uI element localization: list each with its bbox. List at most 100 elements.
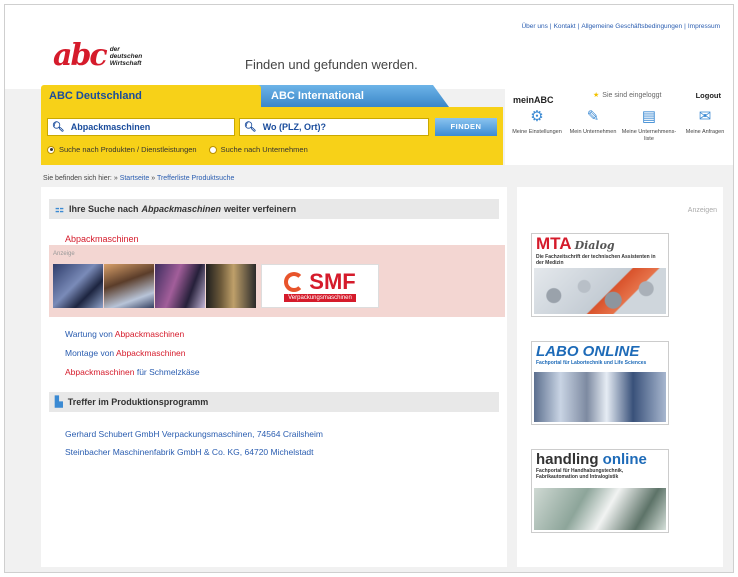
meinabc-menu: ⚙ Meine Einstellungen ✎ Mein Unternehmen… <box>509 109 733 142</box>
banner-labo-online[interactable]: LABO ONLINE Fachportal für Labortechnik … <box>531 341 669 425</box>
banner-mta-dialog[interactable]: MTA Dialog Die Fachzeitschrift der techni… <box>531 233 669 317</box>
smf-advertisement[interactable]: SMF Verpackungsmaschinen <box>53 264 387 308</box>
link-keyword: Abpackmaschinen <box>116 348 186 358</box>
banner-title-main: handling <box>536 451 599 468</box>
banner-title: LABO ONLINE <box>536 343 640 360</box>
breadcrumb-prefix: Sie befinden sich hier: <box>43 175 112 182</box>
site-logo[interactable]: abc der deutschen Wirtschaft <box>53 41 142 71</box>
radio-checked-icon <box>47 145 55 154</box>
refine-section-header: ⚏ Ihre Suche nach Abpackmaschinen weiter… <box>49 199 499 219</box>
meinabc-company-list[interactable]: ▤ Meine Unternehmens-liste <box>621 109 677 142</box>
separator: | <box>577 23 580 30</box>
search-what-value: Abpackmaschinen <box>70 122 151 132</box>
radio-products-label: Suche nach Produkten / Dienstleistungen <box>59 145 197 154</box>
logo-sub-line: der <box>109 45 120 53</box>
top-link-about[interactable]: Über uns <box>521 23 547 30</box>
meinabc-panel: meinABC ★ Sie sind eingeloggt Logout ⚙ Me… <box>505 85 733 165</box>
radio-products[interactable]: Suche nach Produkten / Dienstleistungen <box>47 145 197 154</box>
meinabc-item-label: Mein Unternehmen <box>569 129 617 135</box>
banner-title: handling online <box>532 450 668 468</box>
top-link-contact[interactable]: Kontakt <box>554 23 576 30</box>
search-what-input[interactable]: 🔍︎ Abpackmaschinen <box>47 118 235 136</box>
meinabc-item-label: Meine Anfragen <box>685 129 725 135</box>
refine-title-pre: Ihre Suche nach <box>68 204 139 214</box>
top-link-impressum[interactable]: Impressum <box>688 23 720 30</box>
refine-link-wartung[interactable]: Wartung von Abpackmaschinen <box>65 329 184 339</box>
result-link[interactable]: Gerhard Schubert GmbH Verpackungsmaschin… <box>65 429 323 439</box>
separator: | <box>549 23 552 30</box>
browser-frame: Über uns | Kontakt | Allgemeine Geschäftsbed… <box>4 4 734 573</box>
settings-icon: ⚙ <box>530 108 544 125</box>
ad-machine-image <box>104 264 154 308</box>
banner-handling-online[interactable]: handling online Fachportal für Handhabun… <box>531 449 669 533</box>
smf-subtitle: Verpackungsmaschinen <box>284 293 356 302</box>
meinabc-item-label: Meine Einstellungen <box>512 129 562 135</box>
ad-band: Anzeige SMF Verpackungsmaschinen <box>49 245 505 317</box>
link-text: Wartung von <box>65 329 115 339</box>
search-mode-radios: Suche nach Produkten / Dienstleistungen … <box>47 145 308 154</box>
sidebar-ads: Anzeigen MTA Dialog Die Fachzeitschrift d… <box>517 187 723 567</box>
refine-link-schmelzkaese[interactable]: Abpackmaschinen für Schmelzkäse <box>65 367 200 377</box>
slogan: Finden und gefunden werden. <box>245 57 418 72</box>
refine-icon: ⚏ <box>55 203 64 215</box>
tab-abc-international[interactable]: ABC International <box>249 85 449 107</box>
country-tabs: ABC International ABC Deutschland <box>41 85 511 107</box>
link-text: für Schmelzkäse <box>134 367 200 377</box>
banner-subtitle: Die Fachzeitschrift der technischen Assi… <box>536 254 656 266</box>
radio-unchecked-icon <box>208 145 217 154</box>
meinabc-settings[interactable]: ⚙ Meine Einstellungen <box>509 109 565 142</box>
mail-icon: ✉ <box>698 108 712 125</box>
find-button[interactable]: FINDEN <box>435 118 497 136</box>
document-icon: ▤ <box>641 108 657 125</box>
breadcrumb-home[interactable]: Startseite <box>120 175 150 182</box>
main-content: ⚏ Ihre Suche nach Abpackmaschinen weiter… <box>41 187 507 567</box>
search-icon: 🔍︎ <box>52 121 65 133</box>
banner-image <box>534 268 666 314</box>
banner-title-main: MTA <box>536 234 572 253</box>
smf-name: SMF <box>309 268 356 294</box>
search-icon: 🔍︎ <box>244 121 257 133</box>
top-links: Über uns | Kontakt | Allgemeine Geschäftsbed… <box>520 23 721 30</box>
link-keyword: Abpackmaschinen <box>65 367 135 377</box>
keyword-link[interactable]: Abpackmaschinen <box>65 234 139 244</box>
banner-subtitle: Fachportal für Labortechnik und Life Sci… <box>536 360 647 366</box>
radio-companies-label: Suche nach Unternehmen <box>220 145 308 154</box>
separator: | <box>684 23 686 30</box>
radio-companies[interactable]: Suche nach Unternehmen <box>208 145 308 154</box>
pencil-icon: ✎ <box>586 108 600 125</box>
meinabc-title: meinABC <box>513 95 554 105</box>
refine-title-post: weiter verfeinern <box>224 204 297 214</box>
logo-sub-line: deutschen <box>109 52 143 60</box>
results-title: Treffer im Produktionsprogramm <box>67 397 209 407</box>
link-text: Montage von <box>65 348 117 358</box>
smf-wordmark: SMF <box>284 268 356 294</box>
refine-link-montage[interactable]: Montage von Abpackmaschinen <box>65 348 186 358</box>
banner-title-script: Dialog <box>574 239 615 252</box>
search-where-input[interactable]: 🔍︎ Wo (PLZ, Ort)? <box>239 118 429 136</box>
tab-abc-deutschland[interactable]: ABC Deutschland <box>41 85 261 107</box>
star-icon: ★ <box>593 92 600 99</box>
result-link[interactable]: Steinbacher Maschinenfabrik GmbH & Co. K… <box>65 447 314 457</box>
site-header: Über uns | Kontakt | Allgemeine Geschäftsbed… <box>5 5 733 89</box>
refine-title-keyword: Abpackmaschinen <box>141 204 222 214</box>
banner-title: MTA Dialog <box>532 234 668 254</box>
meinabc-item-label: Meine Unternehmens-liste <box>621 129 677 142</box>
ad-machine-image <box>206 264 256 308</box>
search-where-placeholder: Wo (PLZ, Ort)? <box>262 122 327 132</box>
banner-image <box>534 372 666 422</box>
link-keyword: Abpackmaschinen <box>114 329 185 339</box>
meinabc-company[interactable]: ✎ Mein Unternehmen <box>565 109 621 142</box>
swirl-icon <box>284 271 305 292</box>
banner-image <box>534 488 666 530</box>
results-section-header: ▙ Treffer im Produktionsprogramm <box>49 392 499 412</box>
logo-sub-line: Wirtschaft <box>109 59 142 67</box>
ad-label: Anzeige <box>53 251 75 257</box>
meinabc-requests[interactable]: ✉ Meine Anfragen <box>677 109 733 142</box>
ad-machine-image <box>155 264 205 308</box>
logout-link[interactable]: Logout <box>696 91 721 100</box>
breadcrumb-results[interactable]: Trefferliste Produktsuche <box>157 175 234 182</box>
top-link-agb[interactable]: Allgemeine Geschäftsbedingungen <box>581 23 682 30</box>
banner-subtitle: Fachportal für Handhabungstechnik, Fabri… <box>536 468 624 480</box>
smf-logo: SMF Verpackungsmaschinen <box>261 264 379 308</box>
logo-wordmark: abc <box>53 38 108 73</box>
